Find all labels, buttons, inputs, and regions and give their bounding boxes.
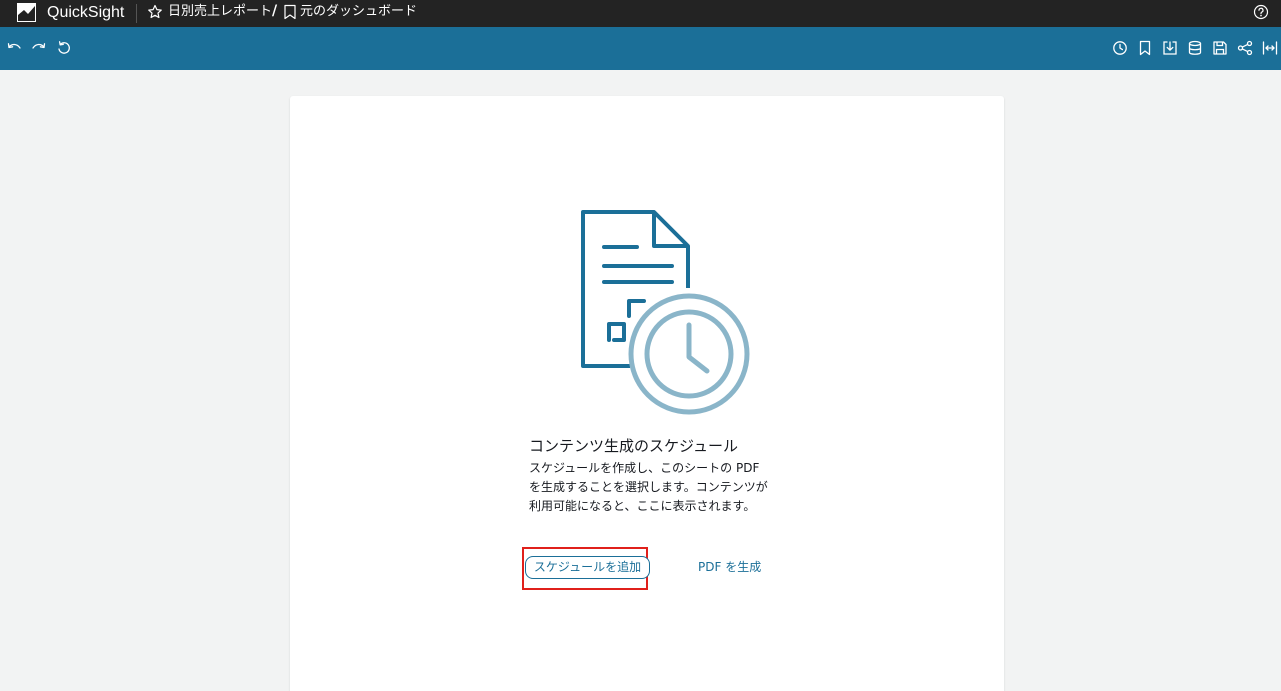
quicksight-logo-icon[interactable] xyxy=(17,3,36,22)
share-icon[interactable] xyxy=(1237,40,1253,56)
redo-icon[interactable] xyxy=(31,40,47,56)
scheduled-document-icon xyxy=(581,210,750,415)
fit-width-icon[interactable] xyxy=(1262,40,1278,56)
divider xyxy=(136,4,137,23)
help-icon[interactable] xyxy=(1253,4,1269,20)
add-schedule-button[interactable]: スケジュールを追加 xyxy=(525,556,650,579)
toolbar xyxy=(0,27,1281,70)
breadcrumb-analysis[interactable]: 日別売上レポート xyxy=(168,3,272,21)
save-icon[interactable] xyxy=(1212,40,1228,56)
brand-name[interactable]: QuickSight xyxy=(47,3,124,23)
database-icon[interactable] xyxy=(1187,40,1203,56)
clock-icon[interactable] xyxy=(1112,40,1128,56)
bookmark-icon xyxy=(284,4,296,20)
breadcrumb-dashboard[interactable]: 元のダッシュボード xyxy=(300,3,417,21)
star-icon[interactable] xyxy=(147,4,163,20)
top-nav-bar: QuickSight 日別売上レポート / 元のダッシュボード xyxy=(0,0,1281,27)
export-icon[interactable] xyxy=(1162,40,1178,56)
undo-icon[interactable] xyxy=(6,40,22,56)
bookmark-icon[interactable] xyxy=(1137,40,1153,56)
panel-description: スケジュールを作成し、このシートの PDF を生成することを選択します。コンテン… xyxy=(529,461,768,513)
breadcrumb-separator: / xyxy=(272,3,278,19)
generate-pdf-link[interactable]: PDF を生成 xyxy=(698,559,761,576)
reset-icon[interactable] xyxy=(56,40,72,56)
panel-title: コンテンツ生成のスケジュール xyxy=(529,437,738,455)
